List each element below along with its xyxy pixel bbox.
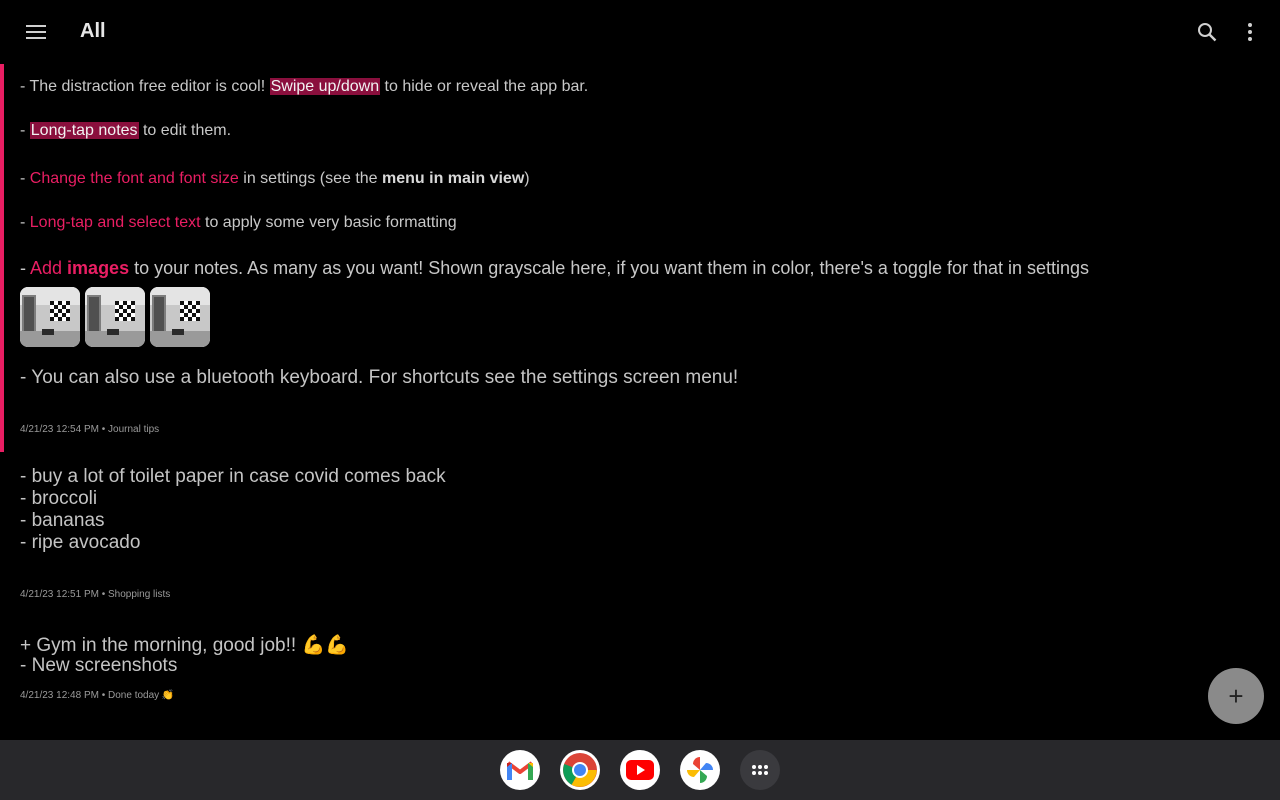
add-icon: + <box>1228 681 1244 711</box>
text-span: to your notes. As many as you want! Show… <box>129 258 1090 278</box>
gmail-app-icon[interactable] <box>500 750 540 790</box>
more-options-button[interactable] <box>1230 12 1270 52</box>
note-line: + Gym in the morning, good job!! 💪💪 <box>20 635 349 656</box>
note-line: - Change the font and font size in setti… <box>20 170 530 188</box>
app-grid-icon <box>752 765 768 775</box>
note-image-thumbnail[interactable] <box>20 287 80 347</box>
chrome-app-icon[interactable] <box>560 750 600 790</box>
photos-app-icon[interactable] <box>680 750 720 790</box>
add-note-button[interactable]: + <box>1208 668 1264 724</box>
youtube-icon <box>626 760 654 780</box>
menu-button[interactable] <box>16 12 56 52</box>
bold-text: menu in main view <box>382 170 525 187</box>
system-dock <box>0 740 1280 800</box>
text-span: - <box>20 258 31 278</box>
room-photo-image <box>20 287 80 347</box>
text-span: to apply some very basic formatting <box>200 214 457 231</box>
note-line: - You can also use a bluetooth keyboard.… <box>20 367 739 388</box>
note-line: - bananas <box>20 510 105 531</box>
colored-text: Long-tap and select text <box>29 214 201 231</box>
note-line: - New screenshots <box>20 655 178 676</box>
text-span: to edit them. <box>138 122 232 139</box>
note-line: - ripe avocado <box>20 532 141 553</box>
search-icon <box>1198 23 1217 42</box>
youtube-app-icon[interactable] <box>620 750 660 790</box>
text-span: - <box>20 170 30 187</box>
note-image-thumbnail[interactable] <box>85 287 145 347</box>
note-line: - broccoli <box>20 488 98 509</box>
highlighted-text: Long-tap notes <box>29 122 139 139</box>
note-line: - Add images to your notes. As many as y… <box>20 258 1089 279</box>
text-span: to hide or reveal the app bar. <box>380 78 589 95</box>
note-line: - The distraction free editor is cool! S… <box>20 78 588 96</box>
more-vertical-icon <box>1248 23 1252 41</box>
hamburger-menu-icon <box>26 25 46 39</box>
note-line: - buy a lot of toilet paper in case covi… <box>20 466 446 487</box>
highlighted-text: Swipe up/down <box>269 78 381 95</box>
note-line: - Long-tap notes to edit them. <box>20 122 231 140</box>
note-image-thumbnail[interactable] <box>150 287 210 347</box>
app-drawer-button[interactable] <box>740 750 780 790</box>
text-span: - <box>20 214 30 231</box>
app-bar: All <box>0 0 1280 64</box>
note-meta: 4/21/23 12:51 PM • Shopping lists <box>20 589 171 600</box>
text-span: - The distraction free editor is cool! <box>20 78 270 95</box>
colored-bold-text: images <box>67 258 130 278</box>
text-span: - <box>20 122 30 139</box>
note-line: - Long-tap and select text to apply some… <box>20 214 457 232</box>
photos-pinwheel-icon <box>687 757 713 783</box>
note-meta: 4/21/23 12:48 PM • Done today 👏 <box>20 690 175 701</box>
colored-text: Add <box>30 258 68 278</box>
room-photo-image <box>150 287 210 347</box>
gmail-icon <box>506 761 534 780</box>
page-title: All <box>80 20 106 42</box>
chrome-icon <box>563 753 597 787</box>
note-accent-bar <box>0 64 4 452</box>
search-button[interactable] <box>1186 12 1228 52</box>
colored-text: Change the font and font size <box>29 170 239 187</box>
note-meta: 4/21/23 12:54 PM • Journal tips <box>20 424 160 435</box>
room-photo-image <box>85 287 145 347</box>
text-span: in settings (see the <box>238 170 383 187</box>
text-span: ) <box>524 170 530 187</box>
